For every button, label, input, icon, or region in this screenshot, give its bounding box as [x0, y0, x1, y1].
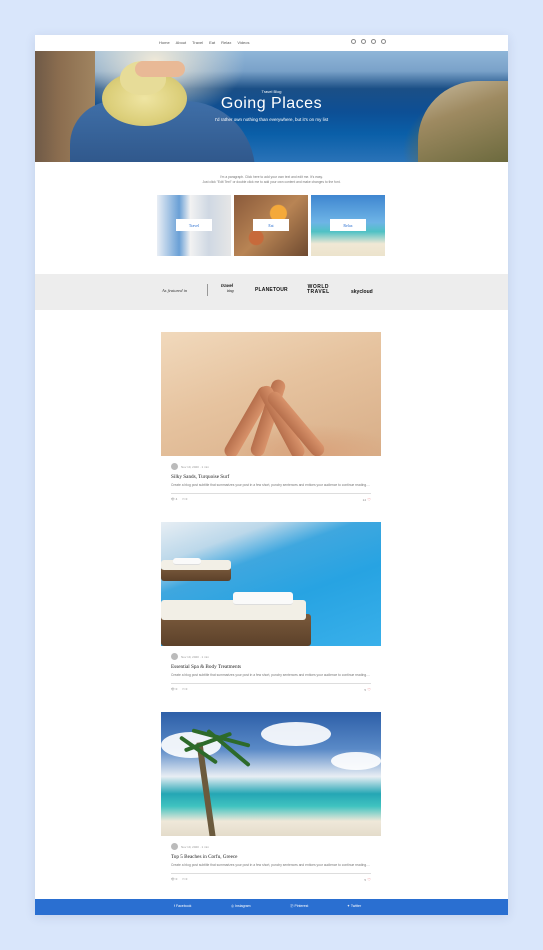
featured-in-strip: As featured in travel blog PLANETOUR WORL… [35, 274, 508, 310]
nav-social [351, 39, 386, 44]
comments-count: ▭ 0 [182, 686, 188, 691]
author-avatar[interactable] [171, 653, 178, 660]
likes-count: 5 [364, 687, 366, 692]
post-meta: Nov 19, 2020 · 1 min [161, 653, 381, 661]
heart-icon[interactable]: ♡ [367, 687, 371, 692]
views-count: 👁 0 [171, 876, 178, 881]
post-title[interactable]: Top 5 Beaches in Corfu, Greece [171, 854, 381, 860]
logo-skycloud: skycloud [351, 289, 373, 295]
post-title[interactable]: Essential Spa & Body Treatments [171, 664, 381, 670]
footer-bar: f Facebook ◎ Instagram ⓟ Pinterest ✦ Twi… [35, 899, 508, 915]
category-relax-label: Relax [330, 219, 366, 231]
hero-subtitle: I'd rather own nothing than everywhere, … [214, 117, 329, 122]
towel-shape [233, 592, 293, 605]
post-date-read: Nov 19, 2020 · 1 min [181, 465, 209, 469]
blog-page: Home About Travel Eat Relax Videos Trave… [35, 35, 508, 915]
featured-divider [207, 284, 208, 296]
author-avatar[interactable] [171, 843, 178, 850]
views-count: 👁 0 [171, 686, 178, 691]
post-image-legs [221, 377, 328, 456]
nav-relax[interactable]: Relax [221, 40, 231, 45]
intro-paragraph: I'm a paragraph. Click here to add your … [35, 175, 508, 185]
nav-about[interactable]: About [176, 40, 186, 45]
logo-world-travel: WORLD TRAVEL [307, 284, 330, 295]
post-description: Create a blog post subtitle that summari… [171, 673, 370, 677]
footer-pinterest-link[interactable]: ⓟ Pinterest [290, 904, 308, 909]
featured-label: As featured in [162, 288, 188, 293]
nav-links: Home About Travel Eat Relax Videos [159, 40, 250, 45]
category-tiles: Travel Eat Relax [157, 195, 385, 256]
category-travel[interactable]: Travel [157, 195, 231, 256]
footer-facebook-link[interactable]: f Facebook [174, 904, 191, 908]
category-eat[interactable]: Eat [234, 195, 308, 256]
post-stats: 👁 4 ▭ 0 14 ♡ [161, 497, 381, 505]
post-date-read: Nov 19, 2020 · 1 min [181, 655, 209, 659]
facebook-icon[interactable] [351, 39, 356, 44]
blog-post-card[interactable]: Nov 19, 2020 · 1 min Essential Spa & Bod… [161, 522, 381, 695]
post-meta: Nov 19, 2020 · 1 min [161, 843, 381, 851]
top-nav: Home About Travel Eat Relax Videos [35, 35, 508, 51]
hero-title: Going Places [220, 95, 323, 112]
cloud-shape [261, 722, 331, 746]
post-stats: 👁 0 ▭ 0 5 ♡ [161, 877, 381, 885]
post-divider [171, 493, 371, 494]
post-date-read: Nov 19, 2020 · 1 min [181, 845, 209, 849]
hero-banner: Travel Blog Going Places I'd rather own … [35, 51, 508, 162]
hero-kicker: Travel Blog [261, 89, 282, 94]
footer-instagram-link[interactable]: ◎ Instagram [231, 904, 251, 908]
post-image-sand[interactable] [161, 332, 381, 456]
post-meta: Nov 19, 2020 · 1 min [161, 463, 381, 471]
comments-count: ▭ 0 [182, 496, 188, 501]
logo-planetour: PLANETOUR [255, 287, 288, 293]
comments-count: ▭ 0 [182, 876, 188, 881]
blog-post-card[interactable]: Nov 19, 2020 · 1 min Top 5 Beaches in Co… [161, 712, 381, 885]
likes-count: 5 [364, 877, 366, 882]
post-title[interactable]: Silky Sands, Turquoise Surf [171, 474, 381, 480]
twitter-icon[interactable] [381, 39, 386, 44]
likes-count: 14 [362, 497, 366, 502]
cloud-shape [331, 752, 381, 770]
logo-travel-blog: travel blog [221, 283, 234, 293]
nav-eat[interactable]: Eat [209, 40, 215, 45]
nav-videos[interactable]: Videos [237, 40, 249, 45]
heart-icon[interactable]: ♡ [367, 877, 371, 882]
blog-post-card[interactable]: Nov 19, 2020 · 1 min Silky Sands, Turquo… [161, 332, 381, 505]
hero-hands [135, 61, 185, 77]
post-divider [171, 683, 371, 684]
views-count: 👁 4 [171, 496, 178, 501]
post-description: Create a blog post subtitle that summari… [171, 483, 370, 487]
post-image-beach[interactable] [161, 712, 381, 836]
category-travel-label: Travel [176, 219, 212, 231]
post-description: Create a blog post subtitle that summari… [171, 863, 370, 867]
pinterest-icon[interactable] [371, 39, 376, 44]
intro-line-2: Just click "Edit Text" or double click m… [202, 180, 341, 184]
category-relax[interactable]: Relax [311, 195, 385, 256]
category-eat-label: Eat [253, 219, 289, 231]
author-avatar[interactable] [171, 463, 178, 470]
nav-travel[interactable]: Travel [192, 40, 203, 45]
nav-home[interactable]: Home [159, 40, 170, 45]
post-stats: 👁 0 ▭ 0 5 ♡ [161, 687, 381, 695]
post-image-pool[interactable] [161, 522, 381, 646]
instagram-icon[interactable] [361, 39, 366, 44]
post-divider [171, 873, 371, 874]
towel-shape [173, 558, 201, 565]
heart-icon[interactable]: ♡ [367, 497, 371, 502]
footer-twitter-link[interactable]: ✦ Twitter [347, 904, 361, 908]
